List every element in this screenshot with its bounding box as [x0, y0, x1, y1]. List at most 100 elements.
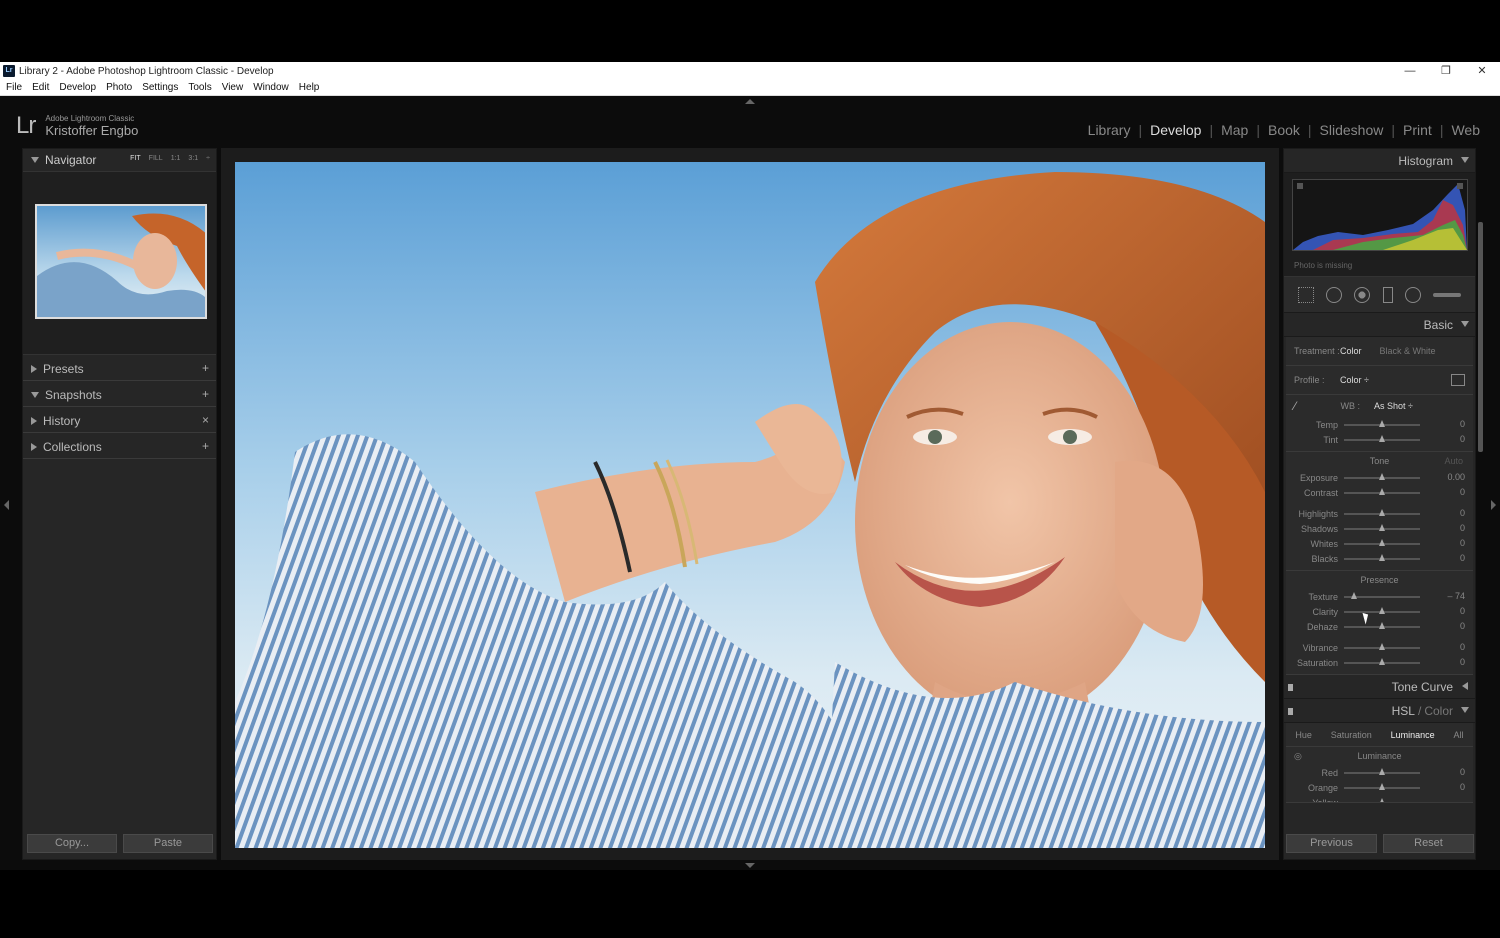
histogram-header[interactable]: Histogram [1284, 149, 1475, 173]
slider-thumb[interactable] [1379, 419, 1385, 427]
slider-track[interactable] [1344, 767, 1420, 775]
copy-settings-button[interactable]: Copy... [27, 834, 117, 853]
slider-thumb[interactable] [1350, 591, 1357, 599]
collections-section[interactable]: Collections + [23, 435, 216, 459]
module-web[interactable]: Web [1445, 122, 1486, 138]
slider-value[interactable]: 0 [1460, 523, 1465, 533]
right-panel-scrollbar[interactable] [1478, 222, 1483, 452]
menu-photo[interactable]: Photo [106, 82, 132, 93]
slider-track[interactable] [1344, 642, 1420, 650]
right-panel-toggle-icon[interactable] [1491, 500, 1496, 510]
tab-hue[interactable]: Hue [1295, 730, 1312, 740]
module-slideshow[interactable]: Slideshow [1314, 122, 1390, 138]
slider-thumb[interactable] [1379, 434, 1385, 442]
slider-value[interactable]: 0 [1460, 621, 1465, 631]
slider-tint[interactable]: Tint 0 [1286, 432, 1473, 447]
previous-button[interactable]: Previous [1286, 834, 1377, 853]
slider-thumb[interactable] [1379, 472, 1385, 480]
slider-track[interactable] [1344, 508, 1420, 516]
snapshots-section[interactable]: Snapshots + [23, 383, 216, 407]
slider-thumb[interactable] [1379, 797, 1385, 802]
tab-all[interactable]: All [1454, 730, 1464, 740]
slider-track[interactable] [1344, 621, 1420, 629]
slider-track[interactable] [1344, 797, 1420, 802]
slider-blacks[interactable]: Blacks 0 [1286, 551, 1473, 566]
treatment-bw-option[interactable]: Black & White [1380, 346, 1436, 356]
slider-track[interactable] [1344, 657, 1420, 665]
slider-track[interactable] [1344, 782, 1420, 790]
zoom-1-1[interactable]: 1:1 [171, 155, 181, 162]
slider-exposure[interactable]: Exposure 0.00 [1286, 470, 1473, 485]
zoom-stepper-icon[interactable]: ÷ [206, 155, 210, 162]
slider-thumb[interactable] [1379, 606, 1385, 614]
radial-filter-icon[interactable] [1404, 286, 1421, 303]
add-preset-icon[interactable]: + [202, 361, 209, 375]
slider-clarity[interactable]: Clarity 0 [1286, 604, 1473, 619]
slider-track[interactable] [1344, 591, 1420, 599]
slider-temp[interactable]: Temp 0 [1286, 417, 1473, 432]
slider-dehaze[interactable]: Dehaze 0 [1286, 619, 1473, 634]
graduated-filter-icon[interactable] [1382, 286, 1393, 303]
slider-thumb[interactable] [1379, 523, 1385, 531]
slider-track[interactable] [1344, 472, 1420, 480]
slider-thumb[interactable] [1379, 782, 1385, 790]
history-section[interactable]: History × [23, 409, 216, 433]
basic-header[interactable]: Basic [1284, 313, 1475, 337]
slider-thumb[interactable] [1379, 487, 1385, 495]
slider-value[interactable]: 0 [1460, 782, 1465, 792]
paste-settings-button[interactable]: Paste [123, 834, 213, 853]
menu-view[interactable]: View [222, 82, 244, 93]
slider-value[interactable]: 0 [1460, 419, 1465, 429]
slider-saturation[interactable]: Saturation 0 [1286, 655, 1473, 670]
slider-track[interactable] [1344, 434, 1420, 442]
module-print[interactable]: Print [1397, 122, 1438, 138]
menu-settings[interactable]: Settings [142, 82, 178, 93]
slider-value[interactable]: 0 [1460, 434, 1465, 444]
filmstrip-toggle-icon[interactable] [745, 863, 755, 868]
profile-dropdown[interactable]: Color ÷ [1340, 375, 1369, 385]
slider-value[interactable]: 0 [1460, 553, 1465, 563]
slider-track[interactable] [1344, 606, 1420, 614]
slider-vibrance[interactable]: Vibrance 0 [1286, 640, 1473, 655]
slider-value[interactable]: 0 [1460, 538, 1465, 548]
clear-history-icon[interactable]: × [202, 413, 209, 427]
slider-whites[interactable]: Whites 0 [1286, 536, 1473, 551]
zoom-3-1[interactable]: 3:1 [188, 155, 198, 162]
navigator-thumbnail[interactable] [35, 204, 207, 319]
slider-value[interactable]: 0 [1460, 657, 1465, 667]
slider-thumb[interactable] [1379, 621, 1385, 629]
menu-help[interactable]: Help [299, 82, 320, 93]
hsl-header[interactable]: HSL / Color [1284, 699, 1475, 723]
hsl-color-title[interactable]: Color [1424, 704, 1453, 718]
panel-switch-icon[interactable] [1288, 684, 1293, 691]
tab-luminance[interactable]: Luminance [1391, 730, 1435, 740]
slider-track[interactable] [1344, 538, 1420, 546]
slider-highlights[interactable]: Highlights 0 [1286, 506, 1473, 521]
slider-value[interactable]: 0 [1460, 508, 1465, 518]
slider-track[interactable] [1344, 487, 1420, 495]
zoom-fit[interactable]: FIT [130, 155, 141, 162]
add-snapshot-icon[interactable]: + [202, 387, 209, 401]
slider-thumb[interactable] [1379, 508, 1385, 516]
adjustment-brush-icon[interactable] [1432, 292, 1461, 297]
slider-track[interactable] [1344, 419, 1420, 427]
crop-tool-icon[interactable] [1298, 286, 1315, 303]
close-icon[interactable]: ✕ [1464, 62, 1500, 80]
slider-shadows[interactable]: Shadows 0 [1286, 521, 1473, 536]
eyedropper-icon[interactable]: ⁄ [1294, 399, 1312, 413]
slider-track[interactable] [1344, 553, 1420, 561]
tone-curve-header[interactable]: Tone Curve [1284, 675, 1475, 699]
menu-tools[interactable]: Tools [188, 82, 211, 93]
slider-value[interactable]: – 74 [1447, 591, 1465, 601]
slider-yellow[interactable]: Yellow [1286, 795, 1473, 802]
slider-thumb[interactable] [1379, 642, 1385, 650]
tab-saturation[interactable]: Saturation [1331, 730, 1372, 740]
slider-texture[interactable]: Texture – 74 [1286, 589, 1473, 604]
slider-value[interactable]: 0 [1460, 642, 1465, 652]
slider-thumb[interactable] [1379, 538, 1385, 546]
panel-switch-icon[interactable] [1288, 708, 1293, 715]
slider-value[interactable]: 0 [1460, 767, 1465, 777]
profile-browser-icon[interactable] [1451, 374, 1465, 386]
left-panel-toggle-icon[interactable] [4, 500, 9, 510]
module-book[interactable]: Book [1262, 122, 1306, 138]
